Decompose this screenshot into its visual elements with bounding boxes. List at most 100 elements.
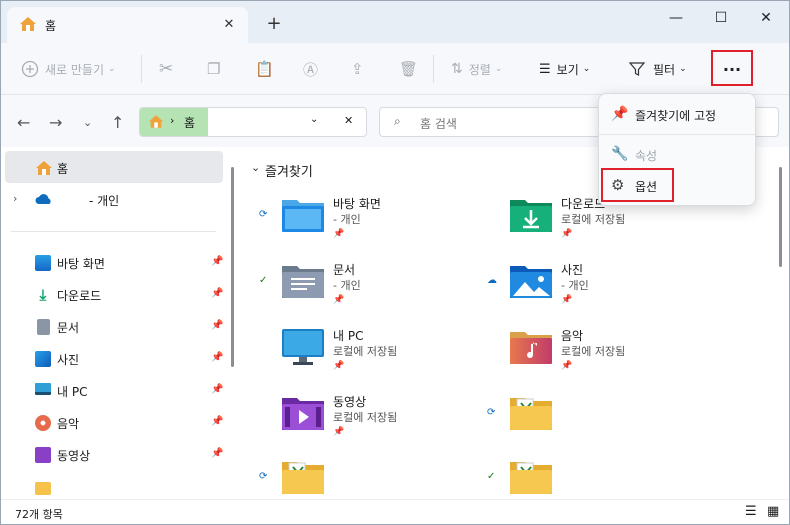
- tile-status: 로컬에 저장됨: [333, 345, 398, 358]
- tile-desktop[interactable]: ⟳ 바탕 화면 - 개인 📌: [259, 191, 485, 247]
- new-tab-button[interactable]: +: [263, 13, 285, 35]
- video-icon: [35, 447, 51, 463]
- menu-item-properties[interactable]: 🔧 속성: [605, 140, 751, 170]
- sidebar-item-label: 다운로드: [57, 289, 102, 303]
- section-title[interactable]: 즐겨찾기: [265, 161, 313, 180]
- rename-icon[interactable]: Ⓐ: [303, 43, 318, 95]
- tile-name: 음악: [561, 329, 584, 343]
- tile-this-pc[interactable]: 내 PC 로컬에 저장됨 📌: [265, 323, 485, 379]
- breadcrumb[interactable]: 홈: [184, 114, 195, 131]
- sidebar-item-documents[interactable]: 문서 📌: [7, 311, 223, 343]
- minimize-button[interactable]: —: [653, 3, 699, 33]
- tile-name: 동영상: [333, 395, 367, 409]
- pin-icon: 📌: [211, 256, 224, 267]
- back-icon[interactable]: ←: [17, 113, 30, 132]
- tile-music[interactable]: 음악 로컬에 저장됨 📌: [493, 323, 713, 379]
- tile-status: - 개인: [333, 213, 361, 226]
- filter-icon: [629, 62, 645, 76]
- close-window-button[interactable]: ✕: [743, 3, 789, 33]
- chevron-down-icon: ⌄: [582, 64, 591, 74]
- chevron-down-icon[interactable]: ⌄: [251, 161, 260, 174]
- highlight-box-options: [601, 168, 674, 202]
- sidebar-item-pictures[interactable]: 사진 📌: [7, 343, 223, 375]
- divider: [11, 231, 216, 232]
- sidebar-item-label: 동영상: [57, 449, 91, 463]
- sidebar-item-label: 홈: [57, 162, 69, 176]
- copy-icon[interactable]: ❐: [207, 43, 220, 95]
- desktop-icon: [35, 255, 51, 271]
- sidebar-item-this-pc[interactable]: 내 PC 📌: [7, 375, 223, 407]
- plus-circle-icon: [21, 60, 39, 78]
- chevron-down-icon: ⌄: [494, 64, 503, 74]
- tiles-view-icon[interactable]: ▦: [767, 504, 779, 519]
- sync-icon: ⟳: [487, 407, 496, 418]
- home-icon: [20, 17, 36, 31]
- download-folder-icon: [510, 200, 552, 232]
- pictures-folder-icon: [510, 266, 552, 298]
- view-button[interactable]: ☰ 보기 ⌄: [539, 43, 590, 95]
- up-icon[interactable]: ↑: [111, 113, 124, 132]
- forward-icon[interactable]: →: [49, 113, 62, 132]
- close-icon[interactable]: ✕: [344, 114, 353, 127]
- sort-icon: ⇅: [451, 61, 463, 77]
- tile-videos[interactable]: 동영상 로컬에 저장됨 📌: [265, 389, 485, 445]
- tile-documents[interactable]: ✓ 문서 - 개인 📌: [259, 257, 485, 313]
- download-icon: ⤓: [39, 286, 47, 304]
- pin-icon: 📌: [211, 288, 224, 299]
- sync-icon: ⟳: [259, 471, 268, 482]
- status-bar: 72개 항목 ☰ ▦: [1, 499, 789, 524]
- sidebar-item-home[interactable]: 홈: [5, 151, 223, 183]
- tile-pictures[interactable]: ☁ 사진 - 개인 📌: [487, 257, 713, 313]
- sidebar-item-music[interactable]: 음악 📌: [7, 407, 223, 439]
- details-view-icon[interactable]: ☰: [745, 504, 757, 519]
- sidebar-item-downloads[interactable]: ⤓ 다운로드 📌: [7, 279, 224, 311]
- documents-folder-icon: [282, 266, 324, 298]
- sidebar-item-label: 사진: [57, 353, 80, 367]
- sidebar-item-label: 바탕 화면: [57, 257, 105, 271]
- item-count: 72개 항목: [15, 508, 63, 521]
- tile-status: - 개인: [333, 279, 361, 292]
- address-bar[interactable]: › 홈 ⌄ ✕: [139, 107, 367, 137]
- tile-status: - 개인: [561, 279, 589, 292]
- view-label: 보기: [556, 62, 579, 77]
- content-scrollbar[interactable]: [779, 167, 782, 267]
- music-icon: [35, 415, 51, 431]
- tile-status: 로컬에 저장됨: [333, 411, 398, 424]
- tile-status: 로컬에 저장됨: [561, 213, 626, 226]
- tab-home[interactable]: 홈 ✕: [7, 7, 248, 43]
- cloud-outline-icon: ☁: [487, 275, 497, 286]
- navigation-pane: 홈 › - 개인 바탕 화면 📌 ⤓ 다운로드 📌 문서 📌 사진 📌 내 PC…: [1, 147, 241, 499]
- chevron-right-icon[interactable]: ›: [13, 192, 17, 205]
- sidebar-item-videos[interactable]: 동영상 📌: [7, 439, 223, 471]
- delete-icon[interactable]: 🗑: [399, 43, 418, 95]
- sidebar-item-label: - 개인: [89, 194, 120, 208]
- sidebar-item-desktop[interactable]: 바탕 화면 📌: [7, 247, 223, 279]
- check-circle-icon: ✓: [259, 275, 268, 286]
- search-placeholder: 홈 검색: [420, 117, 457, 131]
- sidebar-item-onedrive[interactable]: › - 개인: [7, 183, 223, 215]
- share-icon[interactable]: ⇪: [351, 43, 364, 95]
- pin-icon: 📌: [333, 229, 345, 239]
- filter-button[interactable]: 필터 ⌄: [629, 43, 687, 95]
- pc-icon: [35, 383, 51, 395]
- maximize-button[interactable]: ☐: [698, 3, 744, 33]
- paste-icon[interactable]: 📋: [255, 43, 274, 95]
- tile-folder[interactable]: ⟳: [487, 389, 713, 445]
- sidebar-scrollbar[interactable]: [231, 167, 234, 367]
- pin-icon: 📌: [561, 295, 573, 305]
- chevron-down-icon: ⌄: [108, 64, 116, 74]
- sidebar-item-label: 문서: [57, 321, 80, 335]
- tile-name: 바탕 화면: [333, 197, 381, 211]
- home-icon: [36, 161, 52, 175]
- sort-button[interactable]: ⇅ 정렬 ⌄: [451, 43, 502, 95]
- menu-item-pin[interactable]: 📌 즐겨찾기에 고정: [605, 100, 751, 130]
- chevron-down-icon[interactable]: ⌄: [310, 114, 318, 125]
- new-button[interactable]: 새로 만들기 ⌄: [21, 43, 116, 95]
- recent-chevron-icon[interactable]: ⌄: [83, 116, 92, 129]
- pin-icon: 📌: [211, 384, 224, 395]
- cut-icon[interactable]: ✂: [159, 43, 173, 95]
- menu-item-label: 속성: [635, 149, 658, 163]
- close-tab-button[interactable]: ✕: [218, 14, 240, 36]
- pc-monitor-icon: [282, 329, 324, 365]
- pin-icon: 📌: [333, 295, 345, 305]
